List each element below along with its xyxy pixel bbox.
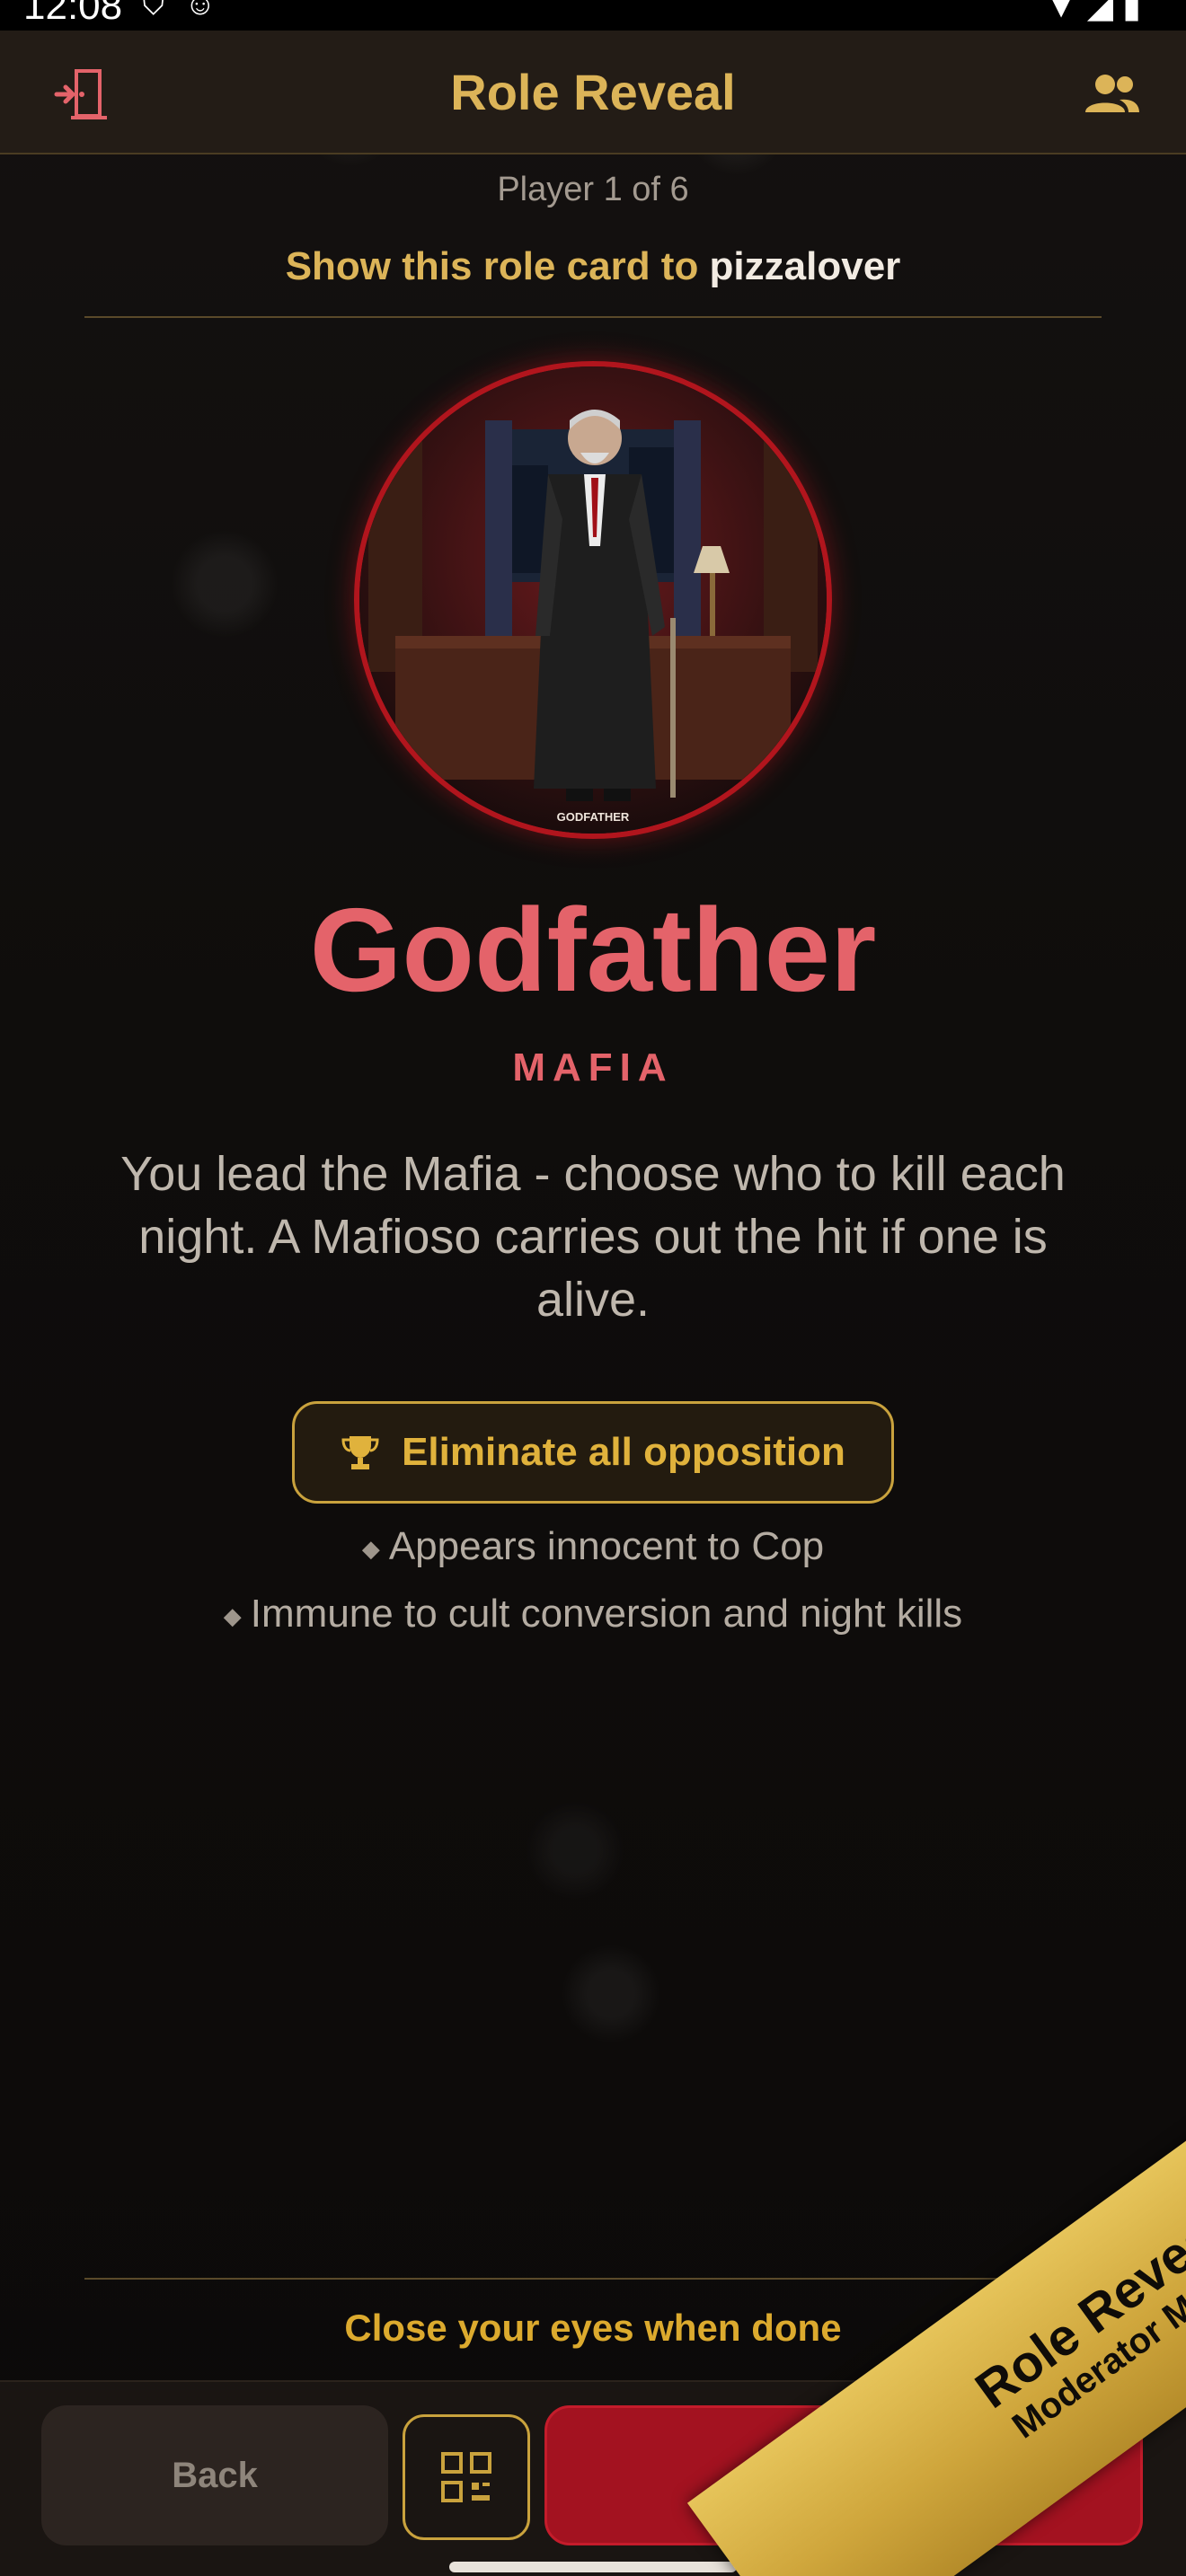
ability-list: ◆ Appears innocent to Cop ◆ Immune to cult… [0,1522,1186,1656]
player-progress: Player 1 of 6 [497,171,689,208]
player-name: pizzalover [709,244,901,288]
ability-text: Immune to cult conversion and night kill… [250,1592,963,1636]
win-condition-text: Eliminate all opposition [402,1430,845,1474]
gesture-nav-handle[interactable] [449,2562,737,2572]
show-instruction: Show this role card to pizzalover [0,244,1186,289]
wifi-icon: ▼ [1044,0,1087,25]
players-button[interactable] [1076,63,1148,126]
shield-icon: ⛉ [142,0,185,22]
role-team: MAFIA [512,1045,674,1090]
qr-button[interactable] [403,2414,530,2540]
role-description: You lead the Mafia - choose who to kill … [120,1147,1066,1327]
players-icon [1085,75,1139,112]
status-time: 12:08 [23,0,123,28]
godfather-portrait-image: GODFATHER [359,366,827,834]
status-right-icons: ▼◢▮ [1044,0,1150,26]
bullet-diamond-icon: ◆ [361,1535,380,1563]
list-item: ◆ Immune to cult conversion and night kil… [0,1589,1186,1656]
face-icon: ☺ [184,0,236,22]
role-portrait: GODFATHER [354,361,832,839]
show-instruction-prefix: Show this role card to [285,244,710,288]
ability-text: Appears innocent to Cop [388,1524,825,1568]
divider [84,2278,1102,2280]
status-left-icons: ⛉☺ [142,0,235,22]
page-title: Role Reveal [450,64,736,120]
signal-icon: ◢ [1086,0,1123,25]
divider [84,316,1102,318]
app-header: Role Reveal [0,31,1186,154]
qr-code-icon [441,2452,491,2502]
list-item: ◆ Appears innocent to Cop [0,1522,1186,1589]
status-bar: 12:08 ⛉☺ ▼◢▮ [0,0,1186,31]
win-condition-badge: Eliminate all opposition [292,1401,894,1504]
bullet-diamond-icon: ◆ [223,1602,242,1630]
trophy-icon [341,1436,379,1469]
role-name: Godfather [309,884,877,1016]
battery-icon: ▮ [1122,0,1150,25]
back-button[interactable]: Back [41,2405,388,2545]
portrait-caption: GODFATHER [557,810,630,824]
